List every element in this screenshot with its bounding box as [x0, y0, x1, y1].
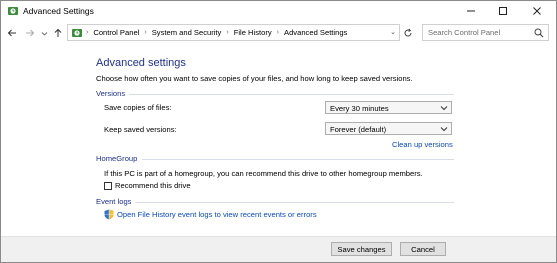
chevron-down-icon: [440, 106, 448, 111]
chevron-right-icon: ›: [86, 29, 89, 36]
minimize-icon: [467, 10, 475, 12]
recent-locations-button[interactable]: [37, 25, 51, 41]
up-arrow-icon: [54, 28, 62, 37]
homegroup-divider: [142, 159, 454, 160]
chevron-right-icon: ›: [144, 29, 147, 36]
keep-versions-label: Keep saved versions:: [104, 125, 177, 134]
main-content: Advanced settings Choose how often you w…: [1, 45, 556, 237]
page-title: Advanced settings: [96, 57, 186, 69]
window-title: Advanced Settings: [23, 6, 94, 16]
save-copies-dropdown[interactable]: Every 30 minutes: [325, 101, 452, 114]
maximize-button[interactable]: [488, 1, 518, 21]
chevron-right-icon: ›: [276, 29, 280, 36]
event-logs-section-label: Event logs: [96, 197, 132, 206]
navigation-bar: › Control Panel › System and Security › …: [1, 21, 556, 45]
breadcrumb-control-panel[interactable]: Control Panel: [93, 28, 139, 37]
forward-button[interactable]: [23, 25, 37, 41]
clean-up-versions-link[interactable]: Clean up versions: [392, 140, 453, 149]
refresh-icon: [404, 28, 412, 37]
up-button[interactable]: [51, 25, 65, 41]
keep-versions-dropdown[interactable]: Forever (default): [325, 122, 452, 135]
versions-section-label: Versions: [96, 89, 126, 98]
maximize-icon: [499, 7, 507, 15]
breadcrumb-advanced-settings[interactable]: Advanced Settings: [284, 28, 347, 37]
shield-icon: [104, 209, 114, 220]
chevron-right-icon: ›: [226, 29, 229, 36]
breadcrumb-file-history[interactable]: File History: [234, 28, 272, 37]
advanced-settings-window: Advanced Settings › Control Panel › Syst…: [0, 0, 557, 263]
cancel-button[interactable]: Cancel: [400, 242, 446, 256]
refresh-button[interactable]: [401, 25, 415, 41]
save-copies-label: Save copies of files:: [104, 103, 172, 112]
close-icon: [533, 7, 541, 15]
control-panel-icon: [72, 29, 82, 37]
forward-arrow-icon: [26, 29, 35, 37]
open-event-logs-link[interactable]: Open File History event logs to view rec…: [117, 210, 317, 219]
recommend-drive-label[interactable]: Recommend this drive: [115, 181, 191, 190]
minimize-button[interactable]: [456, 1, 486, 21]
homegroup-section-label: HomeGroup: [96, 154, 138, 163]
address-bar[interactable]: › Control Panel › System and Security › …: [67, 24, 400, 41]
chevron-down-icon: [41, 31, 47, 36]
address-dropdown-icon[interactable]: ⌄: [390, 28, 396, 36]
chevron-down-icon: [440, 127, 448, 132]
file-history-icon: [8, 7, 18, 15]
back-button[interactable]: [5, 25, 19, 41]
recommend-drive-checkbox[interactable]: [104, 182, 112, 190]
back-arrow-icon: [7, 29, 16, 37]
versions-divider: [129, 94, 454, 95]
save-changes-button[interactable]: Save changes: [331, 242, 392, 256]
save-copies-value: Every 30 minutes: [330, 104, 389, 113]
page-description: Choose how often you want to save copies…: [96, 74, 413, 83]
close-button[interactable]: [522, 1, 552, 21]
breadcrumb: › Control Panel › System and Security › …: [86, 28, 347, 37]
title-bar: Advanced Settings: [1, 1, 556, 21]
event-logs-divider: [135, 202, 454, 203]
search-icon[interactable]: [534, 28, 544, 38]
footer-bar: Save changes Cancel: [1, 236, 556, 262]
search-box[interactable]: [422, 24, 549, 41]
search-input[interactable]: [428, 27, 528, 38]
keep-versions-value: Forever (default): [330, 125, 387, 134]
homegroup-description: If this PC is part of a homegroup, you c…: [104, 169, 423, 178]
breadcrumb-system-and-security[interactable]: System and Security: [152, 28, 222, 37]
